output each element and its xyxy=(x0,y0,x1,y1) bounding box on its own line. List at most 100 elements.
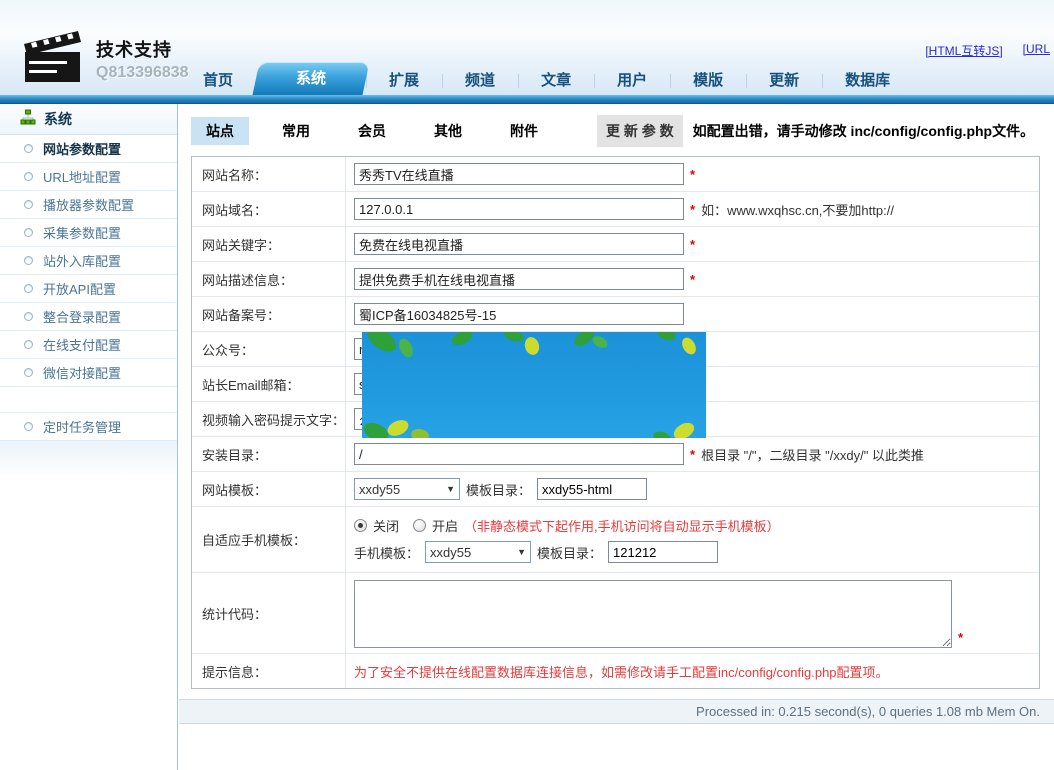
sidebar-item-定时任务管理[interactable]: 定时任务管理 xyxy=(0,412,177,441)
sidebar-item-播放器参数配置[interactable]: 播放器参数配置 xyxy=(0,191,177,219)
sidebar-item-label: 在线支付配置 xyxy=(43,335,121,354)
sidebar-item-采集参数配置[interactable]: 采集参数配置 xyxy=(0,219,177,247)
row-site-description: 网站描述信息： * xyxy=(192,262,1039,297)
nav-item-label: 系统 xyxy=(296,70,326,87)
sitemap-icon xyxy=(20,109,36,130)
mobile-template-select-label: 手机模板： xyxy=(354,543,419,562)
install-dir-hint: 根目录 "/"，二级目录 "/xxdy/" 以此类推 xyxy=(701,445,924,464)
mobile-template-label: 自适应手机模板： xyxy=(192,507,346,572)
nav-item-扩展[interactable]: 扩展 xyxy=(366,67,442,95)
site-keywords-label: 网站关键字： xyxy=(192,227,346,261)
nav-item-模版[interactable]: 模版 xyxy=(670,67,746,95)
top-links: [HTML互转JS] [URL xyxy=(925,42,1050,59)
public-account-label: 公众号： xyxy=(192,332,346,366)
sidebar-item-label: 开放API配置 xyxy=(43,279,116,298)
footer-bar: Processed in: 0.215 second(s), 0 queries… xyxy=(179,699,1054,724)
site-domain-label: 网站域名： xyxy=(192,192,346,226)
sidebar-item-label: 网站参数配置 xyxy=(43,139,121,158)
mobile-template-on-radio[interactable] xyxy=(413,519,426,532)
sidebar-item-URL地址配置[interactable]: URL地址配置 xyxy=(0,163,177,191)
sidebar-items: 网站参数配置 URL地址配置播放器参数配置采集参数配置站外入库配置开放API配置整… xyxy=(0,135,177,441)
site-template-select[interactable]: xxdy55 ▼ xyxy=(354,478,460,500)
row-tip: 提示信息： 为了安全不提供在线配置数据库连接信息，如需修改请手工配置inc/co… xyxy=(192,654,1039,688)
site-keywords-input[interactable] xyxy=(354,233,684,255)
install-dir-input[interactable] xyxy=(354,443,684,465)
required-mark: * xyxy=(690,167,695,182)
sidebar-item-在线支付配置[interactable]: 在线支付配置 xyxy=(0,331,177,359)
update-params-button[interactable]: 更 新 参 数 xyxy=(597,115,683,147)
bullet-icon xyxy=(24,172,33,181)
nav-item-数据库[interactable]: 数据库 xyxy=(822,67,913,95)
tab-站点[interactable]: 站点 xyxy=(191,117,249,145)
mobile-template-dir-input[interactable] xyxy=(608,541,718,563)
row-site-keywords: 网站关键字： * xyxy=(192,227,1039,262)
site-template-select-value: xxdy55 xyxy=(359,482,400,497)
nav-item-label: 模版 xyxy=(693,72,723,89)
mobile-template-dir-label: 模板目录： xyxy=(537,543,602,562)
sidebar-item-label: 定时任务管理 xyxy=(43,417,121,436)
sidebar-item-label: 采集参数配置 xyxy=(43,223,121,242)
header-divider-bar xyxy=(0,95,1054,104)
video-password-hint-label: 视频输入密码提示文字： xyxy=(192,402,346,436)
sidebar-item-开放API配置[interactable]: 开放API配置 xyxy=(0,275,177,303)
header: 技术支持 Q813396838 [HTML互转JS] [URL 首页 系统 扩展 频道 文… xyxy=(0,0,1054,95)
sidebar-header: 系统 xyxy=(0,104,177,135)
bullet-icon xyxy=(24,284,33,293)
tab-常用[interactable]: 常用 xyxy=(267,117,325,145)
sidebar-item-站外入库配置[interactable]: 站外入库配置 xyxy=(0,247,177,275)
row-install-dir: 安装目录： * 根目录 "/"，二级目录 "/xxdy/" 以此类推 xyxy=(192,437,1039,472)
site-template-dir-input[interactable] xyxy=(537,478,647,500)
row-icp-number: 网站备案号： xyxy=(192,297,1039,332)
admin-page: 技术支持 Q813396838 [HTML互转JS][URL 首页系统扩展频道文… xyxy=(0,0,1054,770)
sidebar: 系统 网站参数配置 URL地址配置播放器参数配置采集参数配置站外入库配置开放API… xyxy=(0,104,178,770)
logo: 技术支持 Q813396838 xyxy=(22,28,189,89)
top-link-0[interactable]: [HTML互转JS] xyxy=(925,42,1002,59)
content-tabs-row: 站点常用会员其他附件 更 新 参 数 如配置出错，请手动修改 inc/confi… xyxy=(179,104,1054,146)
row-stats-code: 统计代码： * xyxy=(192,573,1039,654)
required-mark: * xyxy=(690,237,695,252)
site-domain-hint: 如：www.wxqhsc.cn,不要加http:// xyxy=(701,200,894,219)
bullet-icon xyxy=(24,144,33,153)
mobile-template-select-value: xxdy55 xyxy=(430,545,471,560)
mobile-template-hint: （非静态模式下起作用,手机访问将自动显示手机模板） xyxy=(464,516,780,535)
tab-附件[interactable]: 附件 xyxy=(495,117,553,145)
required-mark: * xyxy=(690,272,695,287)
chevron-down-icon: ▼ xyxy=(517,547,526,557)
sidebar-item-label: 播放器参数配置 xyxy=(43,195,134,214)
sidebar-item-整合登录配置[interactable]: 整合登录配置 xyxy=(0,303,177,331)
mobile-template-select[interactable]: xxdy55 ▼ xyxy=(425,541,531,563)
nav-item-label: 首页 xyxy=(203,72,233,89)
nav-item-用户[interactable]: 用户 xyxy=(594,67,670,95)
nav-item-label: 频道 xyxy=(465,72,495,89)
site-domain-input[interactable] xyxy=(354,198,684,220)
tab-会员[interactable]: 会员 xyxy=(343,117,401,145)
chevron-down-icon: ▼ xyxy=(446,484,455,494)
sidebar-item-label: 整合登录配置 xyxy=(43,307,121,326)
site-name-input[interactable] xyxy=(354,163,684,185)
tab-其他[interactable]: 其他 xyxy=(419,117,477,145)
footer-stats: Processed in: 0.215 second(s), 0 queries… xyxy=(696,704,1040,719)
nav-item-label: 用户 xyxy=(617,72,647,89)
sidebar-item-微信对接配置[interactable]: 微信对接配置 xyxy=(0,359,177,387)
mobile-template-on-label: 开启 xyxy=(432,516,458,535)
install-dir-label: 安装目录： xyxy=(192,437,346,471)
nav-item-系统[interactable]: 系统 xyxy=(256,62,366,95)
nav-item-频道[interactable]: 频道 xyxy=(442,67,518,95)
site-name-label: 网站名称： xyxy=(192,157,346,191)
nav-item-更新[interactable]: 更新 xyxy=(746,67,822,95)
icp-number-input[interactable] xyxy=(354,303,684,325)
nav-item-label: 扩展 xyxy=(389,72,419,89)
site-description-input[interactable] xyxy=(354,268,684,290)
nav-item-首页[interactable]: 首页 xyxy=(180,67,256,95)
bullet-icon xyxy=(24,368,33,377)
config-notice: 如配置出错，请手动修改 inc/config/config.php文件。 xyxy=(693,121,1034,141)
mobile-template-off-radio[interactable] xyxy=(354,519,367,532)
logo-title: 技术支持 xyxy=(96,36,189,62)
top-link-1[interactable]: [URL xyxy=(1023,42,1050,59)
stats-code-textarea[interactable] xyxy=(354,580,952,648)
nav-item-文章[interactable]: 文章 xyxy=(518,67,594,95)
bullet-icon xyxy=(24,200,33,209)
sidebar-item-网站参数配置[interactable]: 网站参数配置 xyxy=(0,135,177,163)
clapperboard-icon xyxy=(22,28,86,89)
logo-texts: 技术支持 Q813396838 xyxy=(96,36,189,82)
